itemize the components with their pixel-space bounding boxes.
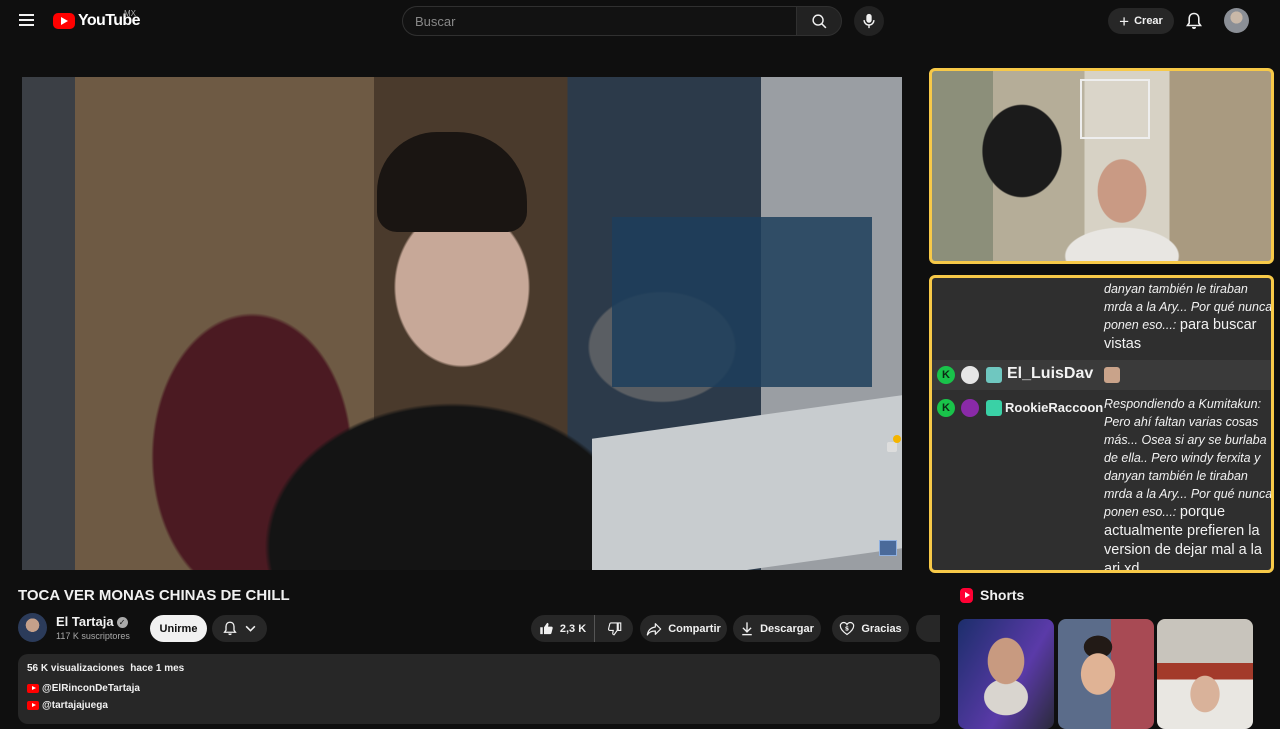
download-button[interactable]: Descargar	[733, 615, 821, 642]
youtube-icon	[27, 701, 39, 710]
dislike-button[interactable]	[595, 615, 633, 642]
like-button[interactable]: 2,3 K	[531, 615, 595, 642]
create-label: Crear	[1134, 15, 1163, 27]
sub-badge-icon	[986, 367, 1002, 383]
short-thumbnail[interactable]	[1157, 619, 1253, 729]
menu-icon[interactable]	[16, 11, 36, 31]
chat-username[interactable]: El_LuisDav	[1007, 365, 1093, 383]
mic-icon	[863, 13, 875, 29]
download-icon	[742, 622, 752, 636]
subscriber-count: 117 K suscriptores	[56, 631, 130, 641]
chat-badge-k: K	[937, 366, 955, 384]
lock-icon[interactable]	[887, 442, 897, 452]
video-frame-desk	[592, 395, 902, 570]
heart-dollar-icon: $	[840, 621, 855, 636]
voice-search-button[interactable]	[854, 6, 884, 36]
thanks-label: Gracias	[861, 622, 902, 635]
search-input[interactable]	[402, 6, 796, 36]
subscription-notify-button[interactable]	[212, 615, 267, 642]
account-avatar[interactable]	[1224, 8, 1249, 33]
svg-text:$: $	[845, 626, 849, 633]
emote-icon	[1104, 367, 1120, 383]
search-icon	[811, 13, 826, 28]
short-thumbnail[interactable]	[1058, 619, 1154, 729]
alert-badge-icon	[893, 435, 901, 443]
share-icon	[646, 622, 662, 636]
user-avatar-icon	[961, 399, 979, 417]
search-bar	[402, 6, 842, 36]
chat-user-row: K El_LuisDav	[932, 360, 1271, 390]
shorts-icon	[960, 587, 973, 603]
channel-link-text: @ElRinconDeTartaja	[42, 683, 140, 694]
notifications-button[interactable]	[1184, 10, 1204, 32]
share-button[interactable]: Compartir	[640, 615, 727, 642]
like-count: 2,3 K	[559, 622, 587, 635]
user-icon	[961, 366, 979, 384]
youtube-logo-icon	[53, 13, 75, 29]
like-dislike-group: 2,3 K	[531, 615, 633, 642]
webcam-shelf	[1080, 79, 1150, 139]
chat-message-1: danyan también le tiraban mrda a la Ary.…	[1104, 280, 1271, 354]
video-title: TOCA VER MONAS CHINAS DE CHILL	[18, 587, 290, 604]
video-player[interactable]	[22, 77, 902, 570]
channel-link-text: @tartajajuega	[42, 700, 108, 711]
share-label: Compartir	[668, 622, 721, 635]
channel-watermark[interactable]	[879, 540, 897, 556]
bell-icon	[223, 621, 237, 636]
upload-date: hace 1 mes	[130, 663, 185, 674]
channel-avatar[interactable]	[18, 613, 47, 642]
channel-link[interactable]: @tartajajuega	[27, 700, 108, 711]
chat-message-2: Respondiendo a Kumitakun: Pero ahí falta…	[1104, 395, 1273, 570]
chat-badge-k: K	[937, 399, 955, 417]
chat-username[interactable]: RookieRaccoon	[1005, 400, 1103, 415]
thumbs-up-icon	[540, 622, 553, 635]
join-button[interactable]: Unirme	[150, 615, 207, 642]
short-thumbnail[interactable]	[958, 619, 1054, 729]
description-box[interactable]: 56 K visualizaciones hace 1 mes @ElRincon…	[18, 654, 940, 724]
channel-link[interactable]: @ElRinconDeTartaja	[27, 683, 140, 694]
thumbs-down-icon	[607, 622, 621, 636]
shorts-title: Shorts	[980, 587, 1025, 603]
chevron-down-icon	[245, 625, 256, 632]
download-label: Descargar	[760, 622, 814, 635]
bell-icon	[1186, 12, 1202, 29]
chat-overlay: danyan también le tiraban mrda a la Ary.…	[929, 275, 1274, 573]
view-count: 56 K visualizaciones	[27, 663, 125, 674]
webcam-overlay	[929, 68, 1274, 264]
description-meta: 56 K visualizaciones hace 1 mes	[27, 663, 190, 674]
search-button[interactable]	[796, 6, 842, 36]
verified-icon: ✓	[116, 617, 128, 628]
plus-icon: +	[1119, 11, 1130, 31]
shorts-header: Shorts	[960, 587, 1024, 603]
thanks-button[interactable]: $ Gracias	[832, 615, 909, 642]
channel-name[interactable]: El Tartaja ✓	[56, 614, 128, 629]
video-frame-monitor	[612, 217, 872, 387]
country-code: MX	[124, 9, 136, 18]
more-actions-button[interactable]	[916, 615, 940, 642]
chat-reply-text: Respondiendo a Kumitakun: Pero ahí falta…	[1104, 397, 1273, 519]
top-bar: YouTube MX + Crear	[0, 0, 1280, 42]
create-button[interactable]: + Crear	[1108, 8, 1174, 34]
youtube-icon	[27, 684, 39, 693]
sub-badge-icon	[986, 400, 1002, 416]
channel-name-text: El Tartaja	[56, 614, 114, 629]
video-frame-person	[377, 132, 527, 232]
